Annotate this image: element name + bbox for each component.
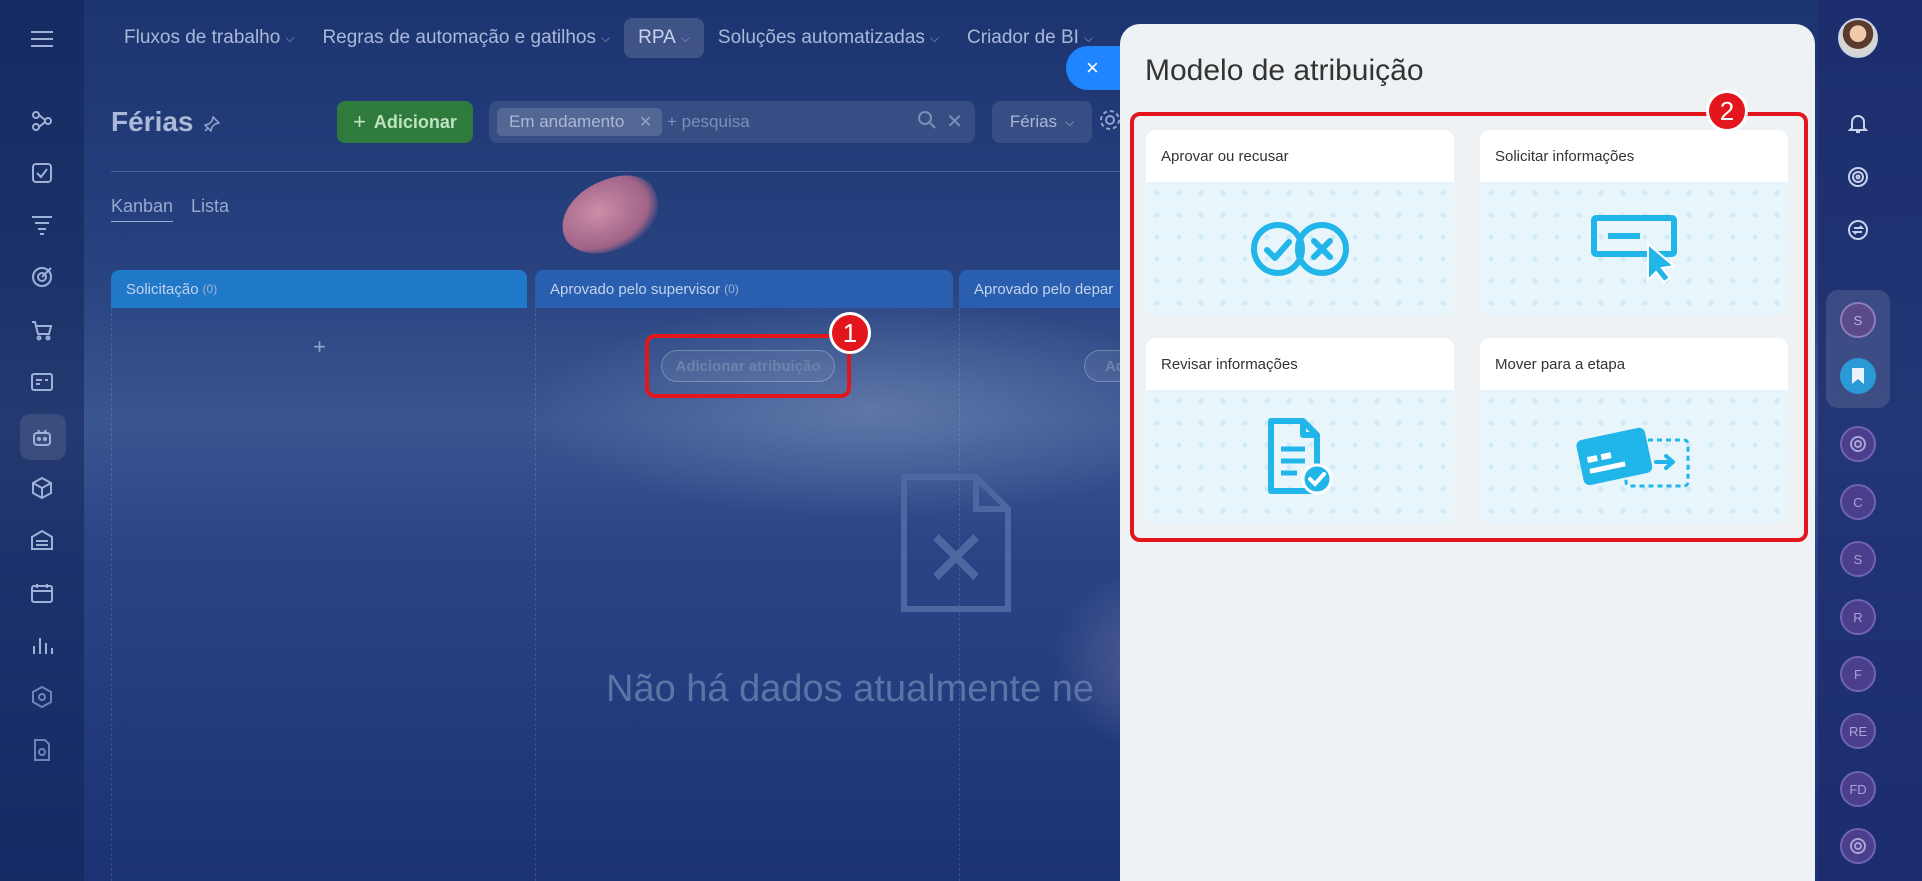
sync-chat-icon[interactable] xyxy=(1840,212,1876,248)
column-title: Aprovado pelo supervisor xyxy=(550,280,721,298)
annotation-box-1 xyxy=(645,334,851,398)
close-icon: × xyxy=(1086,55,1099,80)
chevron-down-icon: ⌵ xyxy=(680,30,690,45)
gear-icon[interactable] xyxy=(1098,108,1122,138)
filter-search-box[interactable]: Em andamento ✕ ✕ xyxy=(489,101,975,143)
filter-chip-label: Em andamento xyxy=(509,112,625,131)
tab-lista[interactable]: Lista xyxy=(191,196,229,217)
add-item-plus[interactable]: + xyxy=(313,334,326,360)
analytics-icon[interactable] xyxy=(27,630,57,660)
warehouse-icon[interactable] xyxy=(27,525,57,555)
filter-chip[interactable]: Em andamento ✕ xyxy=(497,108,663,136)
workflow-icon[interactable] xyxy=(27,106,57,136)
top-navigation: Fluxos de trabalho ⌵ Regras de automação … xyxy=(110,18,1107,58)
empty-document-icon xyxy=(900,473,1012,618)
topnav-regras[interactable]: Regras de automação e gatilhos ⌵ xyxy=(308,18,624,58)
hexagon-icon[interactable] xyxy=(27,682,57,712)
topnav-fluxos[interactable]: Fluxos de trabalho ⌵ xyxy=(110,18,308,58)
annotation-box-2 xyxy=(1130,112,1808,542)
radar-icon[interactable] xyxy=(1840,159,1876,195)
search-icon[interactable] xyxy=(917,110,937,136)
bell-icon[interactable] xyxy=(1840,106,1876,142)
bookmark-icon[interactable] xyxy=(1840,358,1876,394)
group-chat-icon[interactable] xyxy=(1840,426,1876,462)
topnav-solucoes-label: Soluções automatizadas xyxy=(717,27,925,48)
column-count: (0) xyxy=(202,282,218,296)
add-button-label: Adicionar xyxy=(373,111,457,132)
plus-icon: + xyxy=(353,109,366,134)
tab-kanban[interactable]: Kanban xyxy=(111,196,174,222)
chat-avatar-s2[interactable]: S xyxy=(1840,541,1876,577)
chat-avatar-r[interactable]: R xyxy=(1840,599,1876,635)
menu-icon[interactable] xyxy=(27,24,57,54)
topnav-regras-label: Regras de automação e gatilhos xyxy=(322,27,596,48)
tasks-icon[interactable] xyxy=(27,158,57,188)
header-divider xyxy=(111,171,1121,172)
column-header: Aprovado pelo supervisor (0) xyxy=(535,270,953,308)
add-button[interactable]: + Adicionar xyxy=(337,101,473,143)
box-icon[interactable] xyxy=(27,473,57,503)
page-title: Férias xyxy=(111,106,194,137)
clear-search-icon[interactable]: ✕ xyxy=(946,109,963,134)
column-body: + xyxy=(111,308,527,881)
chevron-down-icon: ⌵ xyxy=(1065,114,1075,129)
view-select-label: Férias xyxy=(1009,112,1058,131)
funnel-icon[interactable] xyxy=(27,210,57,240)
left-sidebar xyxy=(0,0,84,881)
topnav-solucoes[interactable]: Soluções automatizadas ⌵ xyxy=(704,18,953,58)
avatar[interactable] xyxy=(1838,18,1878,58)
document-settings-icon[interactable] xyxy=(27,735,57,765)
column-header: Solicitação (0) xyxy=(111,270,527,308)
kanban-column-solicitacao: Solicitação (0) + xyxy=(111,270,527,881)
target-icon[interactable] xyxy=(27,262,57,292)
chat-avatar-c[interactable]: C xyxy=(1840,484,1876,520)
column-title: Solicitação xyxy=(126,280,199,298)
card-icon[interactable] xyxy=(27,367,57,397)
chat-avatar-s[interactable]: S xyxy=(1840,302,1876,338)
chevron-down-icon: ⌵ xyxy=(1083,30,1094,45)
column-title: Aprovado pelo depar xyxy=(974,280,1114,298)
view-select-button[interactable]: Férias ⌵ xyxy=(992,101,1092,143)
group-chat-icon[interactable] xyxy=(1840,828,1876,864)
pin-icon[interactable] xyxy=(203,115,221,137)
annotation-badge-2: 2 xyxy=(1706,90,1748,132)
chevron-down-icon: ⌵ xyxy=(929,30,940,45)
search-input[interactable] xyxy=(667,108,897,136)
close-icon[interactable]: ✕ xyxy=(639,112,652,132)
panel-title: Modelo de atribuição xyxy=(1145,54,1424,87)
column-header: Aprovado pelo depar xyxy=(959,270,1120,308)
topnav-fluxos-label: Fluxos de trabalho xyxy=(124,27,281,48)
chat-avatar-f[interactable]: F xyxy=(1840,656,1876,692)
chat-avatar-fd[interactable]: FD xyxy=(1840,771,1876,807)
topnav-rpa-label: RPA xyxy=(638,27,676,48)
topnav-rpa[interactable]: RPA ⌵ xyxy=(624,18,704,58)
calendar-icon[interactable] xyxy=(27,578,57,608)
cart-icon[interactable] xyxy=(27,315,57,345)
column-count: (0) xyxy=(724,282,739,296)
empty-state-text: Não há dados atualmente ne xyxy=(606,668,1095,710)
topnav-criador-bi-label: Criador de BI xyxy=(967,27,1079,48)
chevron-down-icon: ⌵ xyxy=(601,30,611,45)
robot-icon[interactable] xyxy=(27,422,57,452)
chevron-down-icon: ⌵ xyxy=(285,30,295,45)
chat-avatar-re[interactable]: RE xyxy=(1840,713,1876,749)
annotation-badge-1: 1 xyxy=(829,312,871,354)
